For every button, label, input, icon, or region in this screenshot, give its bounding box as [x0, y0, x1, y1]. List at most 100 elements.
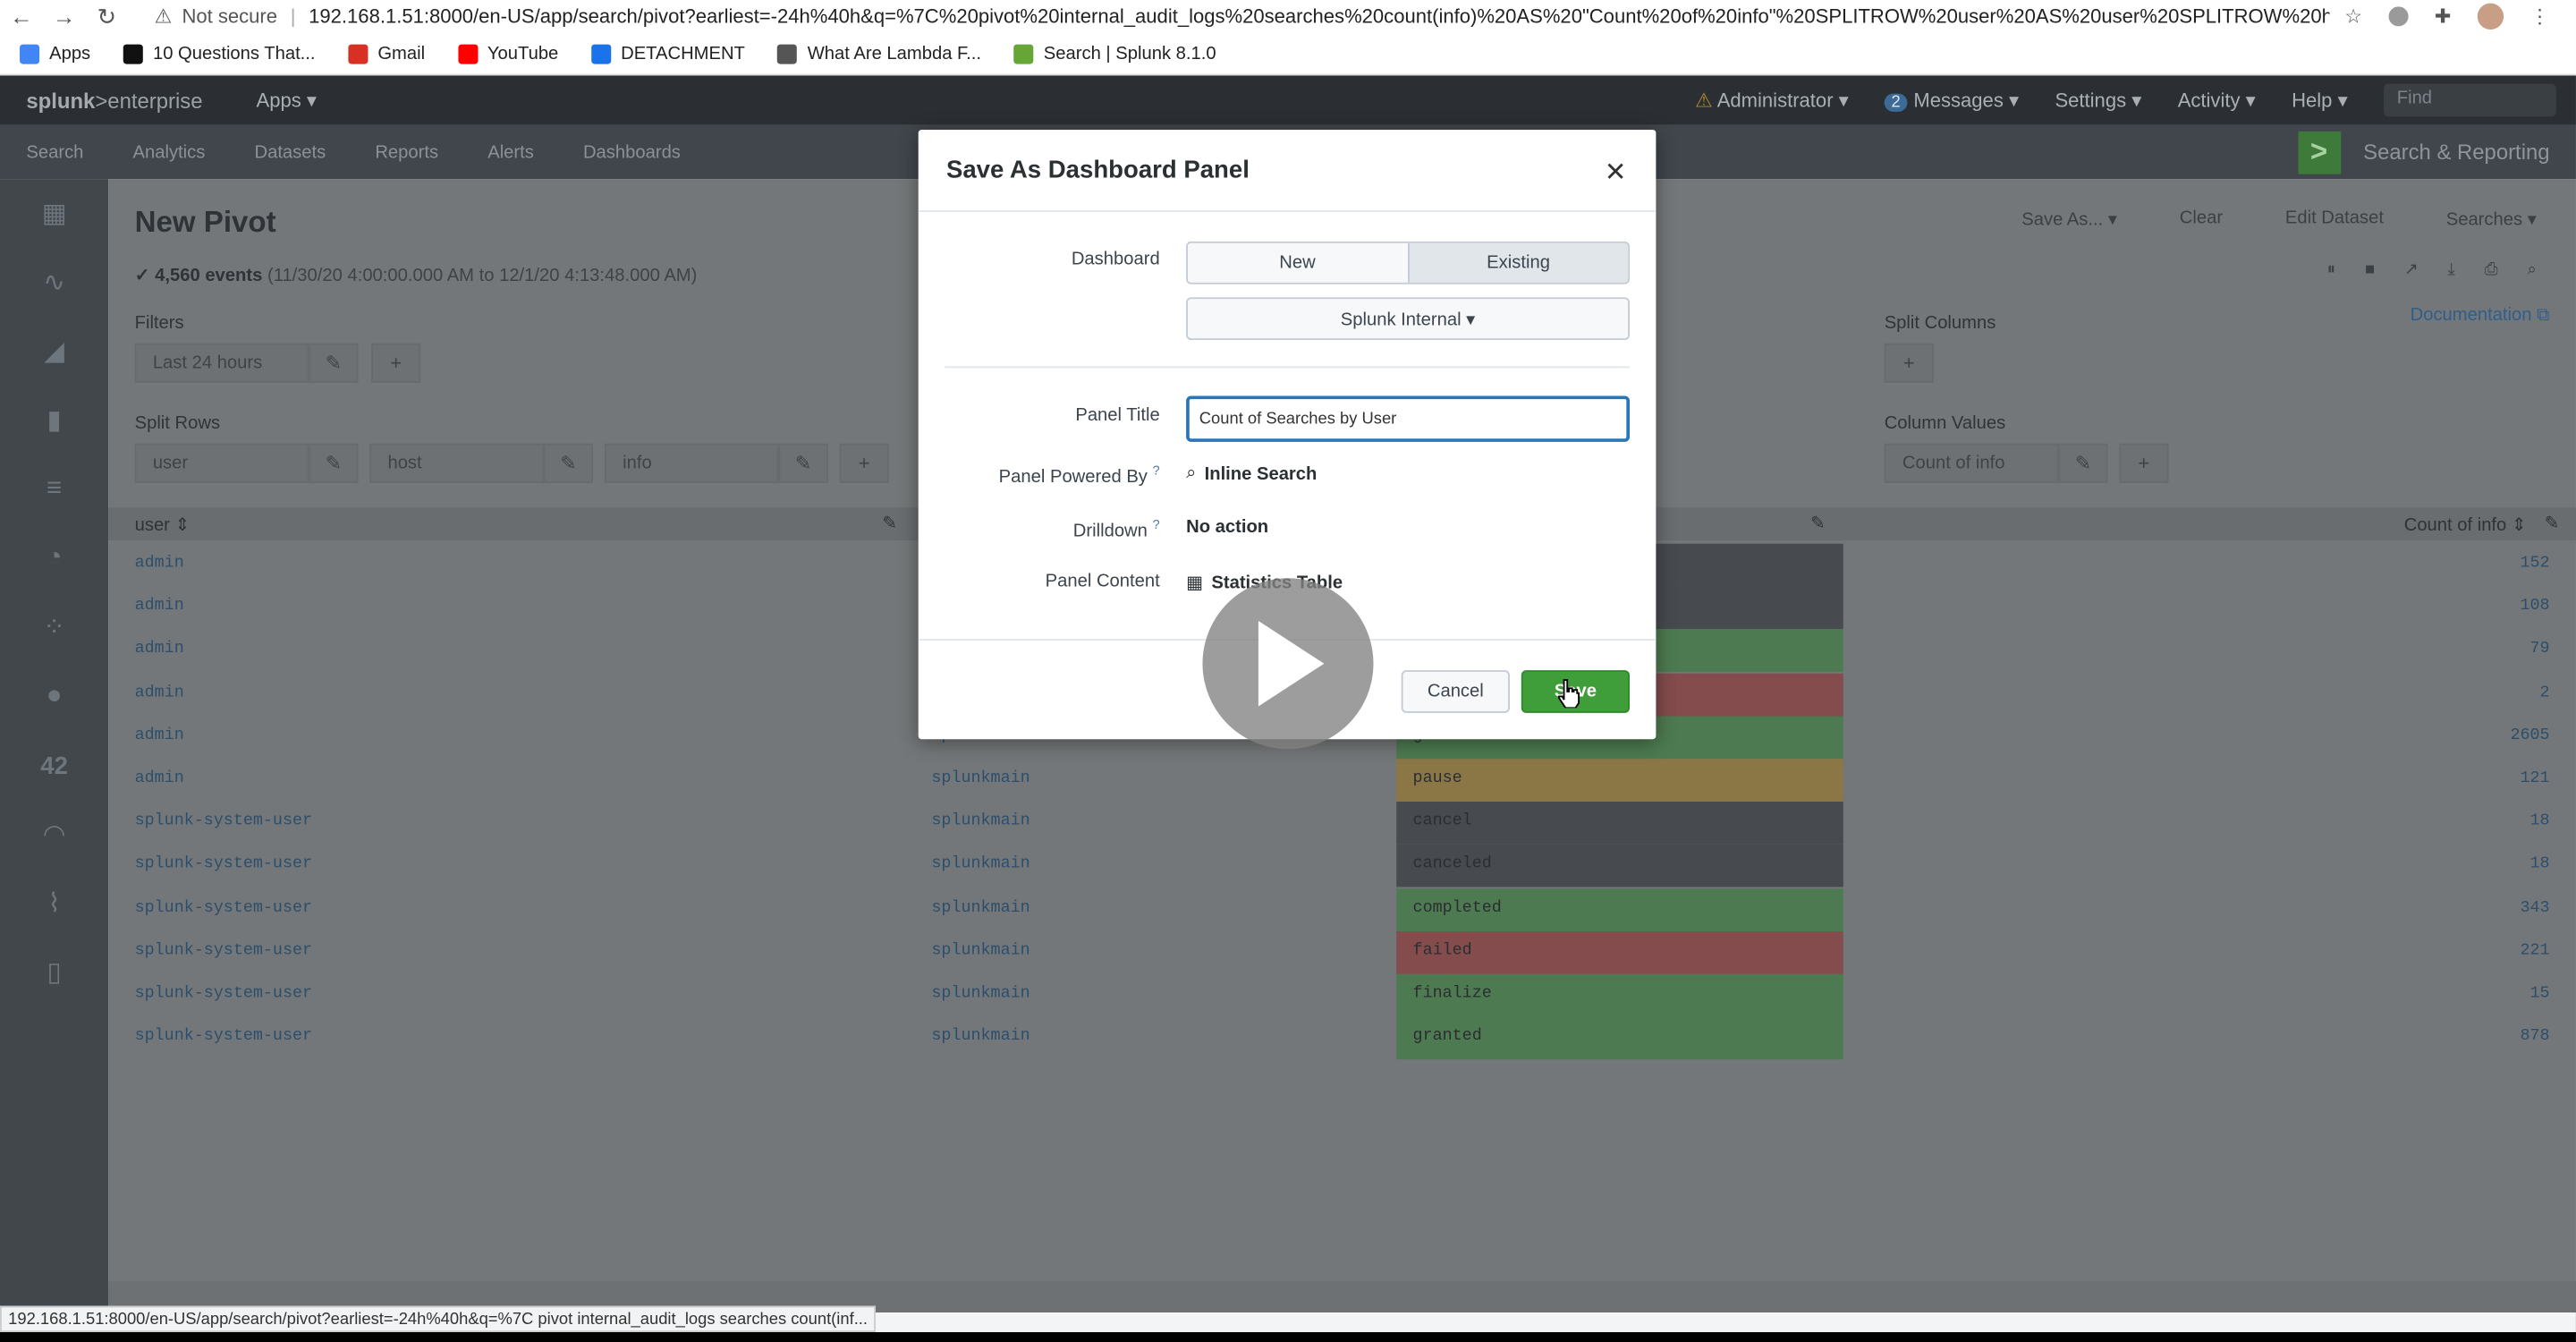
back-icon[interactable]: ← — [0, 4, 43, 30]
user-cell[interactable]: splunk-system-user — [135, 856, 312, 874]
app-nav-datasets[interactable]: Datasets — [254, 142, 326, 162]
count-cell[interactable]: 221 — [2520, 942, 2549, 960]
table-icon[interactable]: ▦ — [0, 179, 108, 248]
app-nav-alerts[interactable]: Alerts — [487, 142, 534, 162]
count-cell[interactable]: 2605 — [2510, 727, 2549, 745]
col-user-header[interactable]: user ⇕ — [135, 514, 191, 536]
user-cell[interactable]: splunk-system-user — [135, 1029, 312, 1047]
bubble-chart-icon[interactable]: ● — [0, 662, 108, 731]
user-cell[interactable]: splunk-system-user — [135, 899, 312, 917]
count-cell[interactable]: 79 — [2529, 641, 2549, 659]
split-row-info[interactable]: info — [604, 443, 779, 483]
edit-column-value-icon[interactable]: ✎ — [2058, 443, 2108, 483]
col-count-header[interactable]: Count of info ⇕ — [2404, 514, 2527, 536]
count-cell[interactable]: 152 — [2520, 556, 2549, 573]
edit-filter-icon[interactable]: ✎ — [309, 343, 359, 383]
play-icon[interactable] — [1202, 578, 1374, 750]
host-cell[interactable]: splunkmain — [931, 813, 1030, 831]
add-split-row-button[interactable]: + — [839, 443, 889, 483]
app-title-block[interactable]: > Search & Reporting — [2297, 125, 2550, 180]
extension-icon[interactable] — [2388, 6, 2409, 27]
help-menu[interactable]: Help ▾ — [2292, 89, 2348, 112]
radial-gauge-icon[interactable]: ◠ — [0, 800, 108, 869]
user-cell[interactable]: admin — [135, 599, 184, 616]
info-cell[interactable]: pause — [1396, 759, 1843, 802]
user-cell[interactable]: admin — [135, 556, 184, 573]
bookmark-item[interactable]: 10 Questions That... — [123, 43, 316, 64]
settings-menu[interactable]: Settings ▾ — [2055, 89, 2141, 112]
column-value-pill[interactable]: Count of info — [1884, 443, 2059, 483]
print-icon[interactable]: ⎙ — [2485, 261, 2498, 279]
area-chart-icon[interactable]: ◢ — [0, 317, 108, 386]
host-cell[interactable]: splunkmain — [931, 899, 1030, 917]
apps-menu[interactable]: Apps ▾ — [257, 89, 317, 112]
share-icon[interactable]: ↗ — [2404, 261, 2418, 279]
count-cell[interactable]: 2 — [2540, 684, 2550, 702]
scatter-chart-icon[interactable]: ⁘ — [0, 593, 108, 662]
marker-gauge-icon[interactable]: ⌇ — [0, 869, 108, 938]
info-cell[interactable]: finalize — [1396, 973, 1843, 1017]
edit-split-user-icon[interactable]: ✎ — [309, 443, 359, 483]
messages-menu[interactable]: 2 Messages ▾ — [1885, 89, 2019, 112]
pie-chart-icon[interactable]: ◔ — [0, 524, 108, 593]
bookmark-item[interactable]: Gmail — [348, 43, 425, 64]
app-nav-search[interactable]: Search — [26, 142, 83, 162]
address-bar[interactable]: 192.168.1.51:8000/en-US/app/search/pivot… — [309, 5, 2329, 29]
single-value-icon[interactable]: 42 — [0, 731, 108, 800]
app-nav-reports[interactable]: Reports — [375, 142, 438, 162]
info-cell[interactable]: failed — [1396, 930, 1843, 974]
bookmark-item[interactable]: Apps — [20, 43, 90, 64]
count-cell[interactable]: 18 — [2529, 813, 2549, 831]
security-label[interactable]: Not secure — [182, 5, 277, 29]
add-filter-button[interactable]: + — [371, 343, 421, 383]
host-cell[interactable]: splunkmain — [931, 770, 1030, 788]
puzzle-icon[interactable]: ✚ — [2435, 5, 2451, 29]
count-cell[interactable]: 878 — [2520, 1029, 2549, 1047]
line-chart-icon[interactable]: ∿ — [0, 248, 108, 317]
app-nav-analytics[interactable]: Analytics — [133, 142, 206, 162]
app-nav-dashboards[interactable]: Dashboards — [583, 142, 681, 162]
cancel-button[interactable]: Cancel — [1401, 670, 1510, 713]
host-cell[interactable]: splunkmain — [931, 986, 1030, 1004]
count-cell[interactable]: 108 — [2520, 599, 2549, 616]
user-cell[interactable]: admin — [135, 727, 184, 745]
count-cell[interactable]: 15 — [2529, 986, 2549, 1004]
count-cell[interactable]: 343 — [2520, 899, 2549, 917]
col-count-edit-icon[interactable]: ✎ — [2545, 513, 2560, 534]
admin-menu[interactable]: ⚠ Administrator ▾ — [1695, 89, 1849, 112]
save-as-menu[interactable]: Save As... ▾ — [2021, 208, 2117, 230]
export-icon[interactable]: ⤓ — [2448, 261, 2455, 279]
warning-icon[interactable]: ⚠ — [155, 5, 173, 29]
find-input[interactable]: Find — [2384, 83, 2556, 117]
bookmark-item[interactable]: What Are Lambda F... — [777, 43, 981, 64]
filter-time-pill[interactable]: Last 24 hours — [134, 343, 309, 383]
count-cell[interactable]: 121 — [2520, 770, 2549, 788]
user-cell[interactable]: splunk-system-user — [135, 813, 312, 831]
edit-split-host-icon[interactable]: ✎ — [543, 443, 594, 483]
inspect-icon[interactable]: ⌕ — [2528, 261, 2537, 279]
info-cell[interactable]: canceled — [1396, 845, 1843, 888]
user-cell[interactable]: splunk-system-user — [135, 986, 312, 1004]
host-cell[interactable]: splunkmain — [931, 1029, 1030, 1047]
host-cell[interactable]: splunkmain — [931, 942, 1030, 960]
avatar[interactable] — [2477, 3, 2504, 30]
split-row-user[interactable]: user — [134, 443, 309, 483]
star-icon[interactable]: ☆ — [2344, 5, 2362, 29]
edit-dataset-button[interactable]: Edit Dataset — [2285, 208, 2384, 230]
filler-gauge-icon[interactable]: ▯ — [0, 938, 108, 1007]
dashboard-select[interactable]: Splunk Internal ▾ — [1186, 297, 1631, 341]
col-info-edit-icon[interactable]: ✎ — [1810, 513, 1826, 534]
close-icon[interactable]: ✕ — [1605, 156, 1627, 189]
user-cell[interactable]: admin — [135, 684, 184, 702]
bar-chart-icon[interactable]: ≡ — [0, 455, 108, 524]
activity-menu[interactable]: Activity ▾ — [2178, 89, 2256, 112]
user-cell[interactable]: admin — [135, 770, 184, 788]
col-user-edit-icon[interactable]: ✎ — [882, 513, 897, 534]
panel-title-input[interactable] — [1186, 395, 1631, 442]
powered-by-help-icon[interactable]: ? — [1153, 463, 1160, 479]
bookmark-item[interactable]: DETACHMENT — [591, 43, 745, 64]
events-count[interactable]: ✓ 4,560 events — [135, 266, 263, 285]
forward-icon[interactable]: → — [43, 4, 86, 30]
dashboard-existing-button[interactable]: Existing — [1407, 242, 1629, 283]
add-column-value-button[interactable]: + — [2119, 443, 2169, 483]
